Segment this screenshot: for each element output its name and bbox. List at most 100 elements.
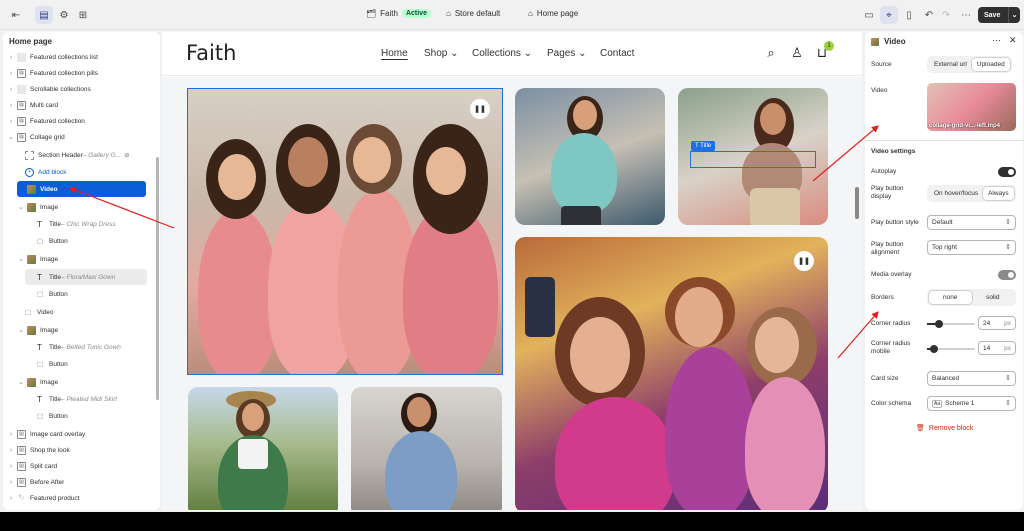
nav-shop[interactable]: Shop ⌄: [424, 48, 459, 59]
tree-item-title[interactable]: T Title – Belted Tunic Gown: [37, 339, 160, 355]
play-display-hover[interactable]: On hover/focus: [929, 187, 983, 200]
borders-solid[interactable]: solid: [972, 291, 1015, 304]
chevron-down-icon[interactable]: ⌄: [17, 203, 25, 211]
tree-item-title[interactable]: T Title – Pleated Midi Skirt: [37, 391, 160, 407]
play-button-style-select[interactable]: Default ⇕: [927, 215, 1016, 230]
chevron-down-icon[interactable]: ⌄: [1008, 7, 1020, 23]
close-icon[interactable]: ✕: [1009, 35, 1017, 46]
chevron-down-icon[interactable]: ⌄: [17, 326, 25, 334]
remove-block-button[interactable]: 🗑 Remove block: [916, 424, 973, 433]
save-button[interactable]: Save ⌄: [978, 7, 1020, 23]
tree-item-scrollable-collections[interactable]: › Scrollable collections: [7, 81, 157, 97]
tree-item-featured-collection-pills[interactable]: › ▤ Featured collection pills: [7, 65, 157, 81]
corner-radius-mobile-slider[interactable]: [927, 345, 975, 353]
tree-item-image[interactable]: ⌄ Image: [17, 322, 160, 338]
chevron-right-icon[interactable]: ›: [7, 495, 15, 502]
nav-collections[interactable]: Collections ⌄: [472, 48, 532, 59]
tree-item-featured-collection[interactable]: › ▤ Featured collection: [7, 113, 157, 129]
tree-item-title[interactable]: T Title – Chic Wrap Dress: [37, 216, 160, 232]
tree-item-video-selected[interactable]: Video: [17, 181, 146, 197]
desktop-view-icon[interactable]: ▭: [860, 6, 878, 24]
tree-item-image[interactable]: ⌄ Image: [17, 374, 160, 390]
tree-item-featured-collections-list[interactable]: › Featured collections list: [7, 49, 157, 65]
chevron-down-icon[interactable]: ⌄: [7, 133, 15, 141]
chevron-down-icon[interactable]: ⌄: [17, 378, 25, 386]
image-tile-floral-maxi-gown[interactable]: T Title: [678, 88, 828, 225]
pause-icon[interactable]: ❚❚: [470, 99, 490, 119]
inspector-icon[interactable]: ⌖: [880, 6, 898, 24]
pause-icon[interactable]: ❚❚: [794, 251, 814, 271]
autoplay-toggle[interactable]: [998, 167, 1016, 177]
tree-item-button[interactable]: ⬚ Button: [37, 233, 160, 249]
sections-icon[interactable]: ▤: [35, 6, 53, 24]
preview-scrollbar[interactable]: [855, 187, 859, 219]
tree-item-section-header[interactable]: Section Header – Gallery G... ⊘: [23, 147, 149, 163]
corner-radius-slider[interactable]: [927, 320, 975, 328]
tree-item-button[interactable]: ⬚ Button: [37, 356, 160, 372]
tree-item-shop-the-look[interactable]: › ▤ Shop the look: [7, 442, 157, 458]
tree-item-featured-product[interactable]: › 🏷 Featured product: [7, 490, 157, 506]
tree-item-title-hovered[interactable]: T Title – FloralMaxi Gown: [25, 269, 147, 285]
panel-scrollbar[interactable]: [156, 157, 159, 400]
chevron-right-icon[interactable]: ›: [7, 463, 15, 470]
chevron-right-icon[interactable]: ›: [7, 102, 15, 109]
chevron-right-icon[interactable]: ›: [7, 86, 15, 93]
slider-knob[interactable]: [934, 320, 943, 328]
nav-contact[interactable]: Contact: [600, 48, 634, 59]
nav-home[interactable]: Home: [381, 48, 408, 59]
tree-item-image[interactable]: ⌄ Image: [17, 199, 160, 215]
source-external-url[interactable]: External url: [929, 58, 972, 71]
more-icon[interactable]: ⋯: [992, 35, 1001, 46]
video-tile-group-selfie[interactable]: ❚❚: [187, 88, 503, 375]
store-switcher[interactable]: 🗂 Faith Active: [366, 9, 431, 18]
chevron-right-icon[interactable]: ›: [7, 431, 15, 438]
search-icon[interactable]: ⌕: [763, 45, 779, 61]
tree-item-multi-card[interactable]: › ▤ Multi card: [7, 97, 157, 113]
add-block-button[interactable]: + Add block: [23, 164, 160, 180]
video-tile-festival[interactable]: ❚❚: [515, 237, 828, 510]
title-block-chip[interactable]: T Title: [691, 141, 716, 151]
play-display-always[interactable]: Always: [983, 187, 1014, 200]
mobile-view-icon[interactable]: ▯: [900, 6, 918, 24]
chevron-right-icon[interactable]: ›: [7, 447, 15, 454]
chevron-right-icon[interactable]: ›: [7, 118, 15, 125]
tree-item-split-card[interactable]: › ▤ Split card: [7, 458, 157, 474]
nav-pages[interactable]: Pages ⌄: [547, 48, 587, 59]
color-schema-select[interactable]: Aa Scheme 1 ⇕: [927, 396, 1016, 411]
eye-off-icon[interactable]: ⊘: [124, 151, 129, 159]
play-button-alignment-select[interactable]: Top right ⇕: [927, 240, 1016, 255]
exit-icon[interactable]: ⇤: [7, 6, 25, 24]
tree-item-button[interactable]: ⬚ Button: [37, 286, 160, 302]
undo-icon[interactable]: ↶: [920, 6, 938, 24]
chevron-right-icon[interactable]: ›: [7, 479, 15, 486]
tree-item-video[interactable]: ⬚ Video: [25, 304, 160, 320]
image-tile-chic-wrap-dress[interactable]: [515, 88, 665, 225]
gear-icon[interactable]: ⚙: [55, 6, 73, 24]
tree-item-button[interactable]: ⬚ Button: [37, 408, 160, 424]
corner-radius-mobile-input[interactable]: 14 px: [978, 341, 1016, 355]
card-size-select[interactable]: Balanced ⇕: [927, 371, 1016, 386]
corner-radius-input[interactable]: 24 px: [978, 316, 1016, 330]
page-selector[interactable]: ⌂ Home page: [528, 9, 578, 18]
image-tile-pleated-midi-skirt[interactable]: [351, 387, 502, 510]
tree-item-collage-grid[interactable]: ⌄ ▤ Collage grid: [7, 129, 157, 145]
apps-icon[interactable]: ⊞: [74, 6, 92, 24]
tree-item-image-card-overlay[interactable]: › ▤ Image card overlay: [7, 426, 157, 442]
figure: [426, 147, 466, 195]
source-uploaded[interactable]: Uploaded: [971, 58, 1010, 71]
more-icon[interactable]: ⋯: [957, 6, 975, 24]
market-selector[interactable]: ⌂ Store default: [446, 9, 500, 18]
borders-none[interactable]: none: [929, 291, 972, 304]
media-overlay-toggle[interactable]: [998, 270, 1016, 280]
chevron-right-icon[interactable]: ›: [7, 70, 15, 77]
video-thumbnail[interactable]: collage-grid-vi...-left.mp4: [927, 83, 1016, 131]
slider-knob[interactable]: [929, 345, 938, 353]
chevron-right-icon[interactable]: ›: [7, 54, 15, 61]
chevron-down-icon[interactable]: ⌄: [17, 255, 25, 263]
tree-item-before-after[interactable]: › ▤ Before After: [7, 474, 157, 490]
image-tile-belted-tunic-gown[interactable]: [188, 387, 338, 510]
store-logo[interactable]: Faith: [186, 41, 236, 65]
redo-icon[interactable]: ↷: [937, 6, 955, 24]
tree-item-image[interactable]: ⌄ Image: [17, 251, 160, 267]
account-icon[interactable]: ♙: [789, 45, 805, 61]
